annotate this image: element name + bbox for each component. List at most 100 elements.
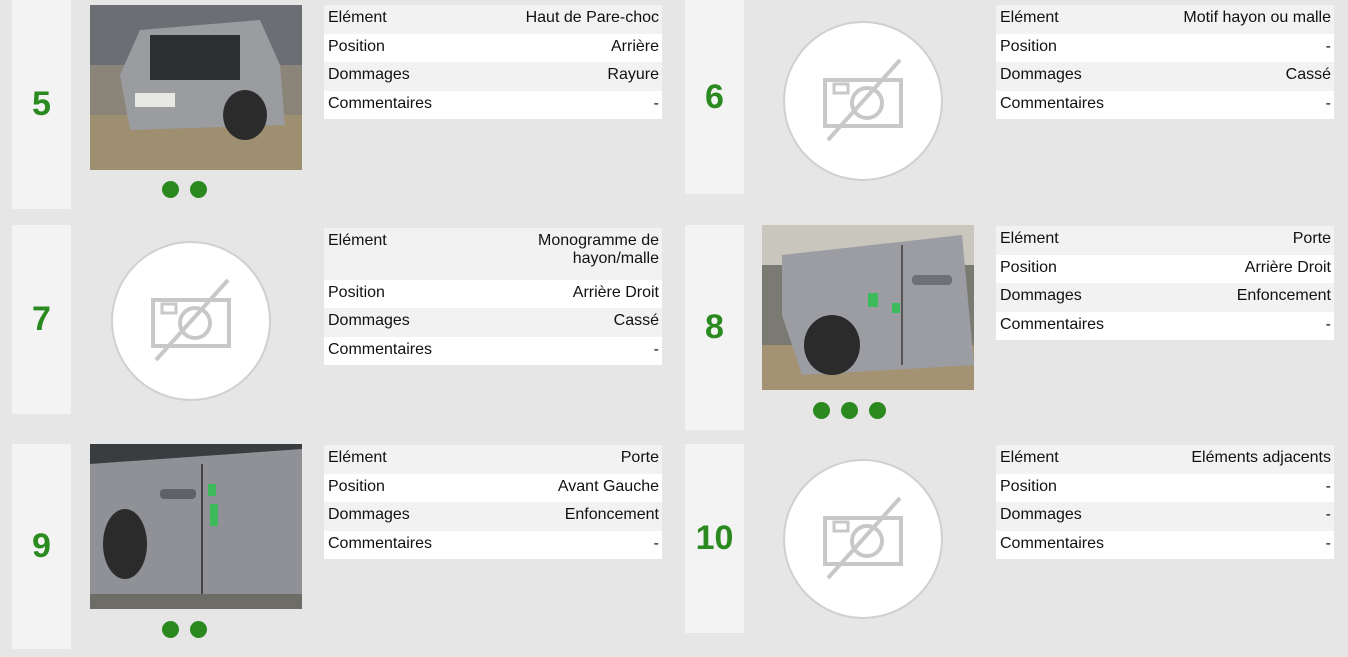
carousel-dot[interactable] <box>813 402 830 419</box>
row-dommages: Dommages - <box>996 502 1334 531</box>
value-position: - <box>1325 38 1331 55</box>
damage-photo[interactable] <box>90 5 302 170</box>
row-dommages: Dommages Rayure <box>324 62 662 91</box>
value-dommages: Rayure <box>607 66 659 83</box>
row-position: Position - <box>996 474 1334 502</box>
row-position: Position Avant Gauche <box>324 474 662 502</box>
label-position: Position <box>1000 38 1057 55</box>
row-element: Elément Porte <box>996 226 1334 255</box>
photo-carousel-dots <box>162 621 207 638</box>
value-element: Motif hayon ou malle <box>1183 9 1331 26</box>
damage-details: Elément Haut de Pare-choc Position Arrière… <box>324 5 662 119</box>
card-number-box: 8 <box>685 225 744 430</box>
label-dommages: Dommages <box>328 312 410 329</box>
label-commentaires: Commentaires <box>1000 95 1105 112</box>
value-element: Porte <box>620 449 659 466</box>
carousel-dot[interactable] <box>162 621 179 638</box>
row-position: Position Arrière Droit <box>996 255 1334 283</box>
value-element: Monogramme de hayon/malle <box>538 232 659 267</box>
damage-number: 8 <box>705 308 724 346</box>
label-commentaires: Commentaires <box>1000 535 1105 552</box>
label-dommages: Dommages <box>1000 506 1082 523</box>
label-position: Position <box>328 284 385 301</box>
damage-photo[interactable] <box>90 444 302 609</box>
damage-number: 10 <box>695 519 734 557</box>
damage-details: Elément Porte Position Avant Gauche Dommag… <box>324 445 662 559</box>
label-element: Elément <box>1000 9 1059 26</box>
card-number-box: 5 <box>12 0 71 209</box>
value-element: Porte <box>1292 230 1331 247</box>
damage-photo[interactable] <box>762 225 974 390</box>
value-dommages: Enfoncement <box>564 506 659 523</box>
damage-number: 9 <box>32 527 51 565</box>
value-position: Arrière <box>610 38 659 55</box>
row-dommages: Dommages Cassé <box>324 308 662 337</box>
carousel-dot[interactable] <box>190 181 207 198</box>
label-element: Elément <box>328 9 387 26</box>
value-commentaires: - <box>1325 535 1331 552</box>
value-dommages: Cassé <box>613 312 659 329</box>
row-element: Elément Motif hayon ou malle <box>996 5 1334 34</box>
label-commentaires: Commentaires <box>1000 316 1105 333</box>
row-dommages: Dommages Enfoncement <box>996 283 1334 312</box>
label-dommages: Dommages <box>1000 287 1082 304</box>
row-element: Elément Monogramme de hayon/malle <box>324 228 662 280</box>
value-element: Eléments adjacents <box>1191 449 1331 466</box>
row-commentaires: Commentaires - <box>324 91 662 119</box>
camera-off-icon <box>782 20 944 182</box>
label-element: Elément <box>328 449 387 466</box>
value-element: Haut de Pare-choc <box>525 9 659 26</box>
row-commentaires: Commentaires - <box>324 337 662 365</box>
carousel-dot[interactable] <box>841 402 858 419</box>
label-commentaires: Commentaires <box>328 535 433 552</box>
label-position: Position <box>1000 259 1057 276</box>
row-commentaires: Commentaires - <box>996 531 1334 559</box>
label-position: Position <box>328 478 385 495</box>
label-element: Elément <box>328 232 387 249</box>
row-commentaires: Commentaires - <box>996 312 1334 340</box>
label-commentaires: Commentaires <box>328 341 433 358</box>
row-commentaires: Commentaires - <box>996 91 1334 119</box>
row-element: Elément Eléments adjacents <box>996 445 1334 474</box>
label-element: Elément <box>1000 230 1059 247</box>
damage-details: Elément Porte Position Arrière Droit Domma… <box>996 226 1334 340</box>
card-number-box: 9 <box>12 444 71 649</box>
damage-details: Elément Monogramme de hayon/malle Positio… <box>324 228 662 365</box>
value-position: Arrière Droit <box>572 284 659 301</box>
card-number-box: 10 <box>685 444 744 633</box>
carousel-dot[interactable] <box>162 181 179 198</box>
row-position: Position Arrière <box>324 34 662 62</box>
photo-carousel-dots <box>813 402 886 419</box>
row-element: Elément Haut de Pare-choc <box>324 5 662 34</box>
label-dommages: Dommages <box>328 66 410 83</box>
value-position: - <box>1325 478 1331 495</box>
label-dommages: Dommages <box>328 506 410 523</box>
value-commentaires: - <box>1325 95 1331 112</box>
value-commentaires: - <box>1325 316 1331 333</box>
damage-number: 5 <box>32 85 51 123</box>
damage-number: 6 <box>705 77 724 116</box>
value-commentaires: - <box>653 95 659 112</box>
value-dommages: Cassé <box>1285 66 1331 83</box>
label-dommages: Dommages <box>1000 66 1082 83</box>
card-number-box: 6 <box>685 0 744 194</box>
value-dommages: - <box>1325 506 1331 523</box>
row-element: Elément Porte <box>324 445 662 474</box>
damage-details: Elément Motif hayon ou malle Position - Do… <box>996 5 1334 119</box>
carousel-dot[interactable] <box>869 402 886 419</box>
camera-off-icon <box>110 240 272 402</box>
damage-details: Elément Eléments adjacents Position - Domm… <box>996 445 1334 559</box>
photo-carousel-dots <box>162 181 207 198</box>
row-position: Position Arrière Droit <box>324 280 662 308</box>
label-position: Position <box>1000 478 1057 495</box>
value-position: Arrière Droit <box>1244 259 1331 276</box>
label-commentaires: Commentaires <box>328 95 433 112</box>
value-dommages: Enfoncement <box>1236 287 1331 304</box>
row-commentaires: Commentaires - <box>324 531 662 559</box>
carousel-dot[interactable] <box>190 621 207 638</box>
label-position: Position <box>328 38 385 55</box>
card-number-box: 7 <box>12 225 71 414</box>
value-commentaires: - <box>653 535 659 552</box>
value-commentaires: - <box>653 341 659 358</box>
row-dommages: Dommages Enfoncement <box>324 502 662 531</box>
